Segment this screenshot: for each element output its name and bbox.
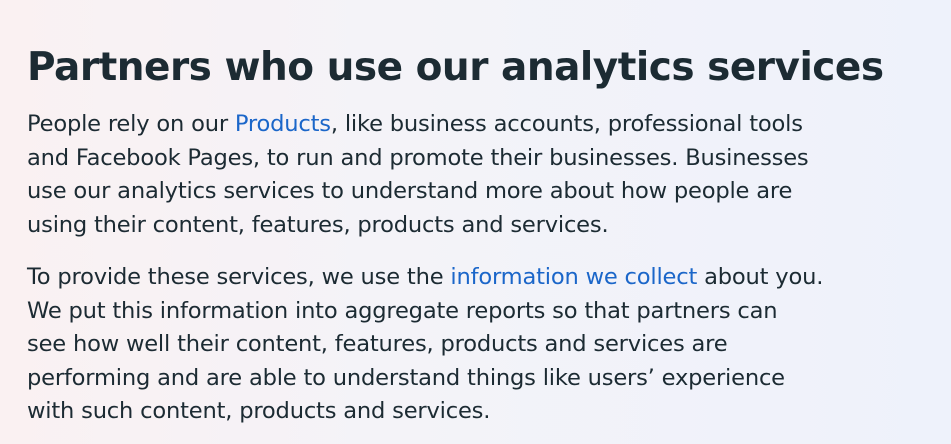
text-segment: People rely on our bbox=[27, 111, 235, 137]
analytics-partners-section: Partners who use our analytics services … bbox=[0, 0, 951, 444]
text-segment: , like business accounts, professional t… bbox=[330, 111, 803, 137]
paragraph-line: We put this information into aggregate r… bbox=[27, 297, 778, 324]
text-segment: To provide these services, we use the bbox=[27, 264, 451, 290]
paragraph-products: People rely on our Products, like busine… bbox=[27, 108, 951, 242]
paragraph-line: using their content, features, products … bbox=[27, 211, 609, 238]
paragraph-information: To provide these services, we use the in… bbox=[27, 261, 951, 429]
information-we-collect-link[interactable]: information we collect bbox=[450, 264, 697, 290]
paragraph-line: with such content, products and services… bbox=[27, 398, 491, 424]
paragraph-line: use our analytics services to understand… bbox=[27, 178, 793, 204]
paragraph-line: and Facebook Pages, to run and promote t… bbox=[27, 144, 809, 171]
paragraph-line: see how well their content, features, pr… bbox=[27, 331, 728, 357]
products-link[interactable]: Products bbox=[235, 111, 331, 137]
section-heading: Partners who use our analytics services bbox=[27, 45, 884, 90]
text-segment: about you. bbox=[697, 264, 824, 290]
paragraph-line: To provide these services, we use the in… bbox=[27, 261, 951, 295]
paragraph-line: People rely on our Products, like busine… bbox=[27, 108, 951, 142]
paragraph-line: performing and are able to understand th… bbox=[27, 364, 785, 391]
